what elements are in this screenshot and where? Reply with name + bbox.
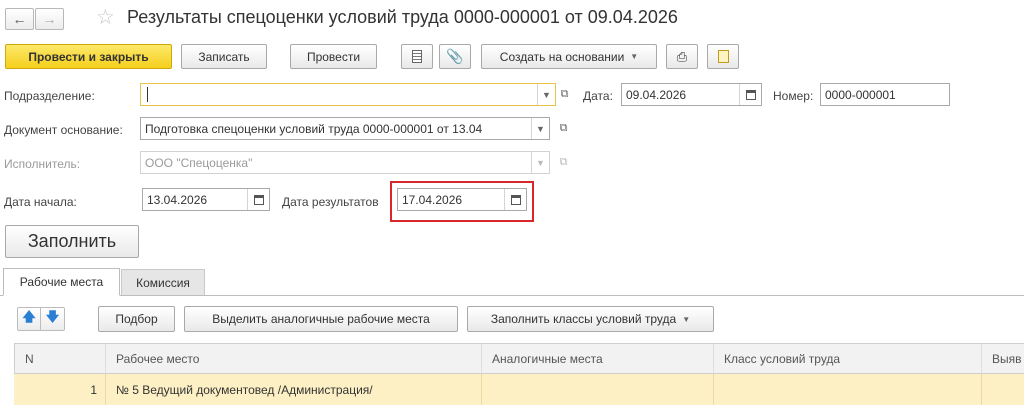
calendar-icon[interactable] [504, 189, 526, 210]
report-button[interactable] [401, 44, 433, 69]
basis-field[interactable]: Подготовка спецоценки условий труда 0000… [140, 117, 550, 140]
post-button[interactable]: Провести [290, 44, 377, 69]
executor-label: Исполнитель: [4, 157, 81, 171]
table-row-class[interactable] [714, 374, 982, 405]
subdivision-field[interactable]: ▼ [140, 83, 556, 106]
date-value: 09.04.2026 [626, 87, 687, 102]
dropdown-icon[interactable]: ▼ [537, 84, 555, 105]
table-row-workplace[interactable]: № 5 Ведущий документовед /Администрация/ [106, 374, 482, 405]
tab-workplaces[interactable]: Рабочие места [3, 268, 120, 296]
column-header-extra[interactable]: Выяв [982, 343, 1024, 374]
fill-classes-label: Заполнить классы условий труда [490, 312, 677, 326]
create-based-on-button[interactable]: Создать на основании ▼ [481, 44, 657, 69]
start-date-value: 13.04.2026 [147, 192, 208, 207]
fill-button[interactable]: Заполнить [5, 225, 139, 258]
document-list-icon [412, 50, 422, 63]
fill-classes-button[interactable]: Заполнить классы условий труда ▼ [467, 306, 714, 332]
column-header-workplace[interactable]: Рабочее место [106, 343, 482, 374]
executor-value: ООО "Спецоценка" [145, 155, 253, 170]
highlight-similar-button[interactable]: Выделить аналогичные рабочие места [184, 306, 458, 332]
open-icon[interactable]: ⧉ [553, 117, 574, 140]
document-structure-icon [717, 50, 729, 63]
chevron-down-icon: ▼ [630, 52, 639, 61]
calendar-icon[interactable] [739, 84, 761, 105]
structure-button[interactable] [707, 44, 739, 69]
forward-button[interactable]: → [35, 8, 64, 30]
dropdown-icon[interactable]: ▼ [531, 118, 549, 139]
number-field[interactable]: 0000-000001 [820, 83, 950, 106]
basis-value: Подготовка спецоценки условий труда 0000… [145, 121, 483, 136]
arrow-left-icon: ← [12, 11, 27, 27]
move-down-button[interactable]: 🡇 [41, 307, 65, 331]
printer-icon: ⎙ [676, 48, 688, 64]
basis-label: Документ основание: [4, 123, 123, 137]
column-header-similar[interactable]: Аналогичные места [482, 343, 714, 374]
open-icon[interactable]: ⧉ [554, 83, 575, 106]
number-label: Номер: [773, 89, 814, 103]
number-value: 0000-000001 [825, 87, 896, 102]
select-button[interactable]: Подбор [98, 306, 175, 332]
back-button[interactable]: ← [5, 8, 34, 30]
result-date-field[interactable]: 17.04.2026 [397, 188, 527, 211]
column-header-class[interactable]: Класс условий труда [714, 343, 982, 374]
executor-field: ООО "Спецоценка" ▼ [140, 151, 550, 174]
arrow-down-icon: 🡇 [45, 309, 60, 324]
date-field[interactable]: 09.04.2026 [621, 83, 762, 106]
start-date-label: Дата начала: [4, 195, 77, 209]
table-row-similar[interactable] [482, 374, 714, 405]
result-date-value: 17.04.2026 [402, 192, 463, 207]
calendar-icon[interactable] [247, 189, 269, 210]
tab-commission[interactable]: Комиссия [121, 269, 205, 296]
chevron-down-icon: ▼ [682, 314, 691, 324]
create-based-on-label: Создать на основании [499, 49, 625, 64]
move-up-button[interactable]: 🡅 [17, 307, 41, 331]
paperclip-icon: 📎 [446, 48, 464, 64]
post-and-close-button[interactable]: Провести и закрыть [5, 44, 172, 69]
star-icon[interactable]: ☆ [96, 5, 115, 30]
arrow-up-icon: 🡅 [22, 309, 36, 324]
start-date-field[interactable]: 13.04.2026 [142, 188, 270, 211]
text-cursor [147, 87, 148, 102]
save-button[interactable]: Записать [181, 44, 267, 69]
page-title: Результаты спецоценки условий труда 0000… [127, 7, 678, 27]
open-icon: ⧉ [559, 156, 568, 168]
print-button[interactable]: ⎙ [666, 44, 698, 69]
table-row-number[interactable]: 1 [14, 374, 106, 405]
date-label: Дата: [583, 89, 613, 103]
subdivision-label: Подразделение: [4, 89, 95, 103]
column-header-n[interactable]: N [14, 343, 106, 374]
arrow-right-icon: → [42, 11, 57, 27]
dropdown-icon: ▼ [531, 152, 549, 173]
table-row-extra[interactable] [982, 374, 1024, 405]
tabs-divider [0, 295, 1024, 296]
attach-button[interactable]: 📎 [439, 44, 471, 69]
result-date-label: Дата результатов [282, 195, 379, 209]
